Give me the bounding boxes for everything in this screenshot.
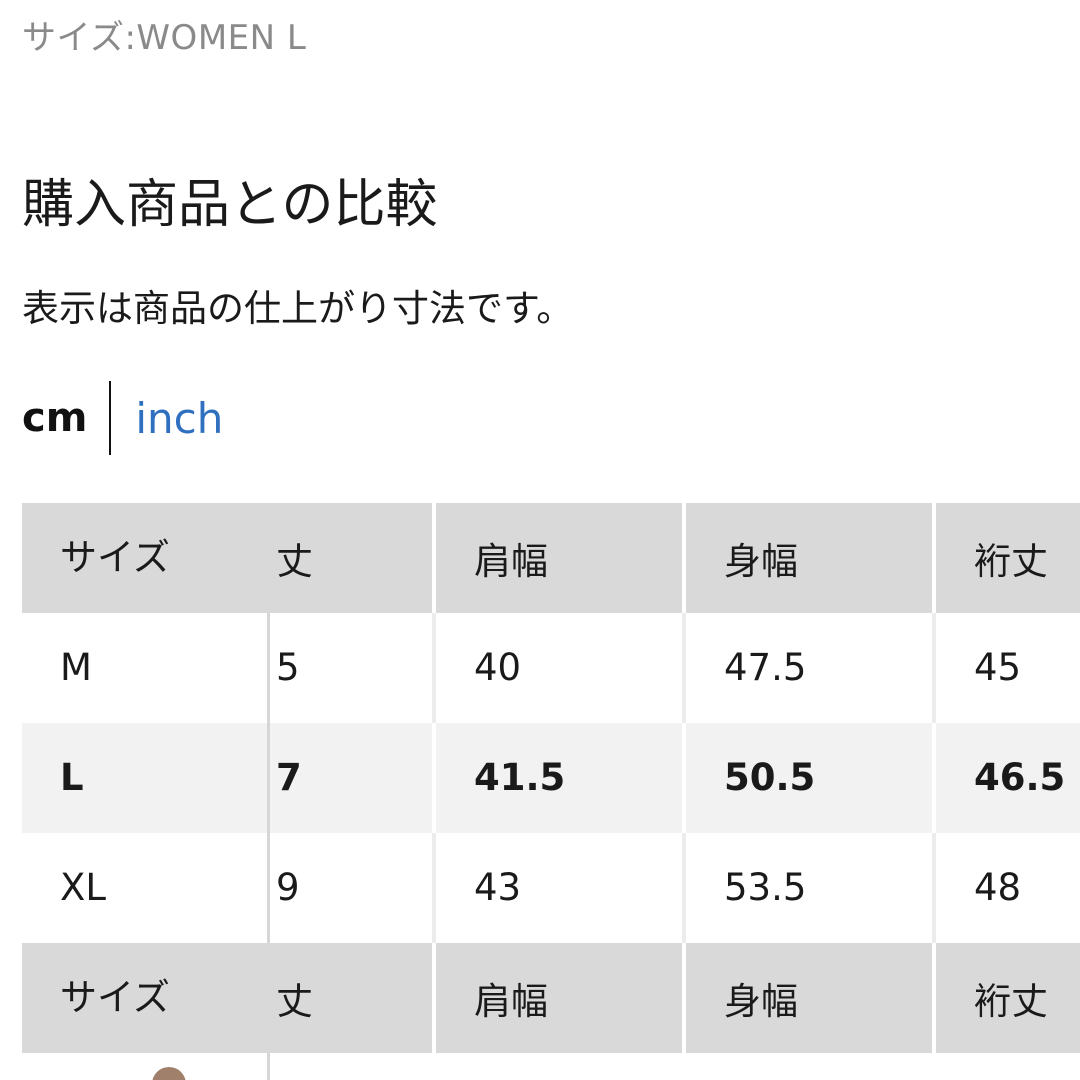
- table-row-selected: L 7 41.5 50.5 46.5: [22, 723, 1080, 833]
- table-cell: 45: [974, 646, 1022, 689]
- table-cell: L: [22, 723, 270, 833]
- header-cell-shoulder: 肩幅: [436, 503, 686, 613]
- table-cell: 53.5: [686, 833, 936, 943]
- table-row-partial: [22, 1053, 1080, 1080]
- section-title: 購入商品との比較: [22, 175, 438, 235]
- unit-inch-link[interactable]: inch: [135, 394, 223, 443]
- table-header-row-repeat: サイズ 丈 肩幅 身幅 裄丈: [22, 943, 1080, 1053]
- table-cell: 47.5: [686, 613, 936, 723]
- table-cell: 46.5: [974, 756, 1066, 799]
- header-cell-body-width: 身幅: [686, 503, 936, 613]
- table-cell: [22, 1053, 270, 1080]
- table-cell: 9: [270, 833, 436, 943]
- table-cell: 48: [974, 866, 1022, 909]
- table-row: M 5 40 47.5 45: [22, 613, 1080, 723]
- table-cell: 50.5: [686, 723, 936, 833]
- header-cell-size: サイズ: [60, 976, 170, 1019]
- table-cell: 7: [270, 723, 436, 833]
- header-cell-sleeve: 裄丈: [974, 540, 1048, 583]
- table-cell: 5: [270, 613, 436, 723]
- table-cell: 43: [436, 833, 686, 943]
- avatar: [152, 1067, 186, 1080]
- size-comparison-table: サイズ 丈 肩幅 身幅 裄丈 M 5 40 47.5 45 L 7 41.5 5…: [22, 503, 1080, 1080]
- table-cell: XL: [22, 833, 270, 943]
- header-cell-shoulder: 肩幅: [436, 943, 686, 1053]
- header-cell-length: 丈: [270, 943, 436, 1053]
- header-cell-size: サイズ: [60, 536, 170, 579]
- unit-toggle: cm inch: [22, 380, 223, 456]
- unit-divider: [109, 381, 112, 455]
- header-cell-length: 丈: [270, 503, 436, 613]
- table-header-row: サイズ 丈 肩幅 身幅 裄丈: [22, 503, 1080, 613]
- table-cell: 41.5: [436, 723, 686, 833]
- dimensions-note: 表示は商品の仕上がり寸法です。: [22, 287, 574, 330]
- table-cell: M: [22, 613, 270, 723]
- table-row: XL 9 43 53.5 48: [22, 833, 1080, 943]
- header-cell-body-width: 身幅: [686, 943, 936, 1053]
- unit-cm-option[interactable]: cm: [22, 395, 87, 441]
- selected-size-label: サイズ:WOMEN L: [22, 18, 307, 58]
- header-cell-sleeve: 裄丈: [974, 980, 1048, 1023]
- table-cell: 40: [436, 613, 686, 723]
